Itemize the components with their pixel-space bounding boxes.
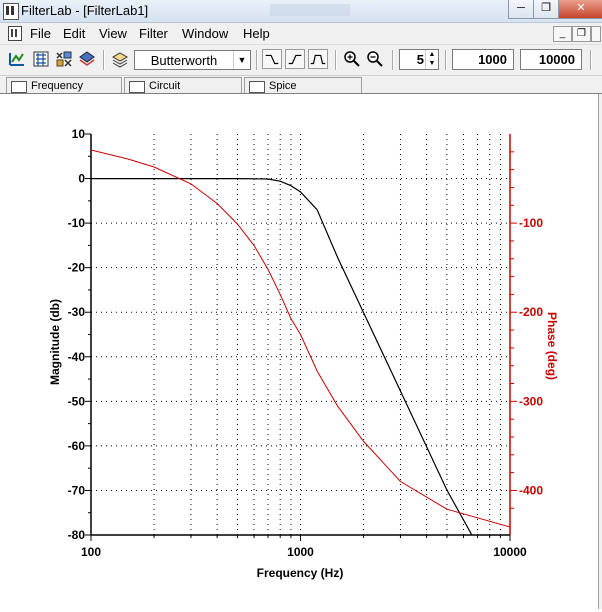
- menu-view[interactable]: View: [99, 26, 127, 41]
- menu-edit[interactable]: Edit: [63, 26, 85, 41]
- magnitude-curve: [91, 177, 473, 535]
- circuit-tab-icon: [129, 81, 145, 93]
- window-right-edge: [598, 94, 602, 609]
- toolbar-separator: [103, 50, 105, 70]
- menu-filter[interactable]: Filter: [139, 26, 168, 41]
- plot-labels: 100-10-20-30-40-50-60-70-80-100-200-300-…: [68, 127, 544, 559]
- y-tick-label: -40: [68, 350, 86, 364]
- stepper-arrows-icon[interactable]: ▲ ▼: [425, 50, 438, 69]
- toolbar-separator: [590, 50, 592, 70]
- toolbar-separator: [256, 50, 258, 70]
- mdi-restore-button[interactable]: ❐: [572, 26, 591, 42]
- toolbar: Butterworth ▼ 5 ▲ ▼ 1000 10000: [0, 45, 602, 76]
- filter-type-value: Butterworth: [150, 53, 218, 68]
- circuit-icon[interactable]: [32, 50, 50, 68]
- title-bar: FilterLab - [FilterLab1] ─ ❐ ✕: [0, 0, 602, 23]
- bode-plot: 100-10-20-30-40-50-60-70-80-100-200-300-…: [48, 127, 559, 580]
- zoom-in-icon[interactable]: [343, 50, 361, 68]
- y-tick-label: -50: [68, 394, 86, 408]
- filter-order-value: 5: [416, 52, 424, 67]
- grid-icon[interactable]: [55, 50, 73, 68]
- menu-help[interactable]: Help: [243, 26, 270, 41]
- highpass-response-icon[interactable]: [285, 49, 305, 69]
- lowpass-response-icon[interactable]: [262, 49, 282, 69]
- y-tick-label: 0: [78, 172, 85, 186]
- restore-button[interactable]: ❐: [533, 0, 559, 19]
- y-tick-label: -60: [68, 439, 86, 453]
- frequency-start-input[interactable]: 1000: [452, 49, 514, 70]
- tab-frequency[interactable]: Frequency: [6, 77, 122, 93]
- y2-axis-label: Phase (deg): [545, 312, 559, 380]
- y2-tick-label: -100: [519, 216, 543, 230]
- filter-order-stepper[interactable]: 5 ▲ ▼: [399, 49, 439, 70]
- toolbar-separator: [335, 50, 337, 70]
- minimize-button[interactable]: ─: [508, 0, 534, 19]
- y2-tick-label: -400: [519, 483, 543, 497]
- menu-bar: File Edit View Filter Window Help _ ❐: [0, 23, 602, 45]
- x-tick-label: 100: [81, 545, 101, 559]
- bandpass-response-icon[interactable]: [308, 49, 328, 69]
- y-axis-label: Magnitude (db): [48, 299, 62, 385]
- y-tick-label: -30: [68, 305, 86, 319]
- tab-spice[interactable]: Spice: [244, 77, 362, 93]
- phase-curve: [91, 149, 510, 528]
- filter-type-select[interactable]: Butterworth ▼: [134, 50, 251, 70]
- view-tabs: Frequency Circuit Spice: [0, 76, 602, 94]
- frequency-stop-input[interactable]: 10000: [520, 49, 582, 70]
- y-tick-label: -70: [68, 483, 86, 497]
- y-tick-label: -10: [68, 216, 86, 230]
- toolbar-separator: [445, 50, 447, 70]
- tab-circuit-label: Circuit: [149, 80, 181, 92]
- toolbar-separator: [392, 50, 394, 70]
- chevron-down-icon[interactable]: ▼: [233, 51, 250, 69]
- layers-icon[interactable]: [111, 50, 129, 68]
- tab-frequency-label: Frequency: [31, 80, 83, 92]
- zoom-out-icon[interactable]: [366, 50, 384, 68]
- stack-icon[interactable]: [78, 50, 96, 68]
- design-filter-icon[interactable]: [8, 50, 26, 68]
- menu-file[interactable]: File: [30, 26, 51, 41]
- tab-circuit[interactable]: Circuit: [124, 77, 242, 93]
- menu-window[interactable]: Window: [182, 26, 228, 41]
- filterlab-app-icon: [3, 3, 19, 20]
- close-button[interactable]: ✕: [558, 0, 602, 19]
- frequency-tab-icon: [11, 81, 27, 93]
- x-tick-label: 1000: [287, 545, 314, 559]
- frequency-response-view: 10 0 -10 -20 -30 -40 -50 -60 -70 -80 -100 -200 -300-…: [0, 94, 602, 609]
- y2-tick-label: -300: [519, 394, 543, 408]
- mdi-minimize-button[interactable]: _: [553, 26, 572, 42]
- document-icon[interactable]: [8, 26, 22, 41]
- y-tick-label: -80: [68, 528, 86, 542]
- x-axis-label: Frequency (Hz): [257, 566, 344, 580]
- x-tick-label: 10000: [493, 545, 527, 559]
- y-tick-label: -20: [68, 261, 86, 275]
- spice-tab-icon: [249, 81, 265, 93]
- y-tick-label: 10: [72, 127, 86, 141]
- y2-tick-label: -200: [519, 305, 543, 319]
- mdi-close-button[interactable]: [591, 26, 601, 42]
- tab-spice-label: Spice: [269, 80, 297, 92]
- obscured-region: [270, 4, 350, 16]
- window-title: FilterLab - [FilterLab1]: [21, 3, 149, 18]
